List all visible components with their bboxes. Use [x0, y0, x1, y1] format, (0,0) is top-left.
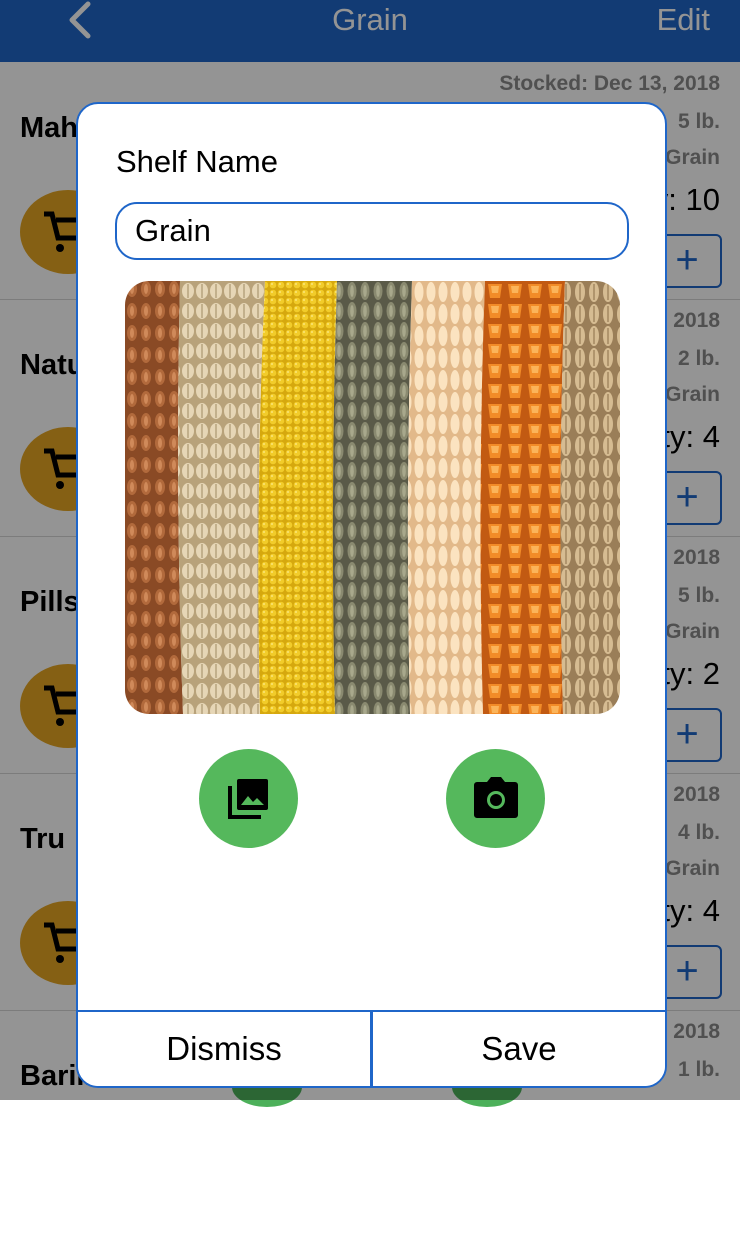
dismiss-button[interactable]: Dismiss [78, 1012, 373, 1086]
shelf-name-input[interactable] [115, 202, 629, 260]
grain-stripes [125, 281, 620, 714]
take-photo-button[interactable] [446, 749, 545, 848]
shelf-photo [125, 281, 620, 714]
shelf-name-label: Shelf Name [116, 144, 278, 179]
camera-icon [474, 777, 518, 818]
dialog-footer: Dismiss Save [78, 1010, 665, 1086]
edit-shelf-dialog: Shelf Name Grain Dismiss Save [76, 102, 667, 1088]
photo-library-icon [228, 779, 268, 819]
save-button[interactable]: Save [373, 1012, 665, 1086]
choose-photo-button[interactable] [199, 749, 298, 848]
